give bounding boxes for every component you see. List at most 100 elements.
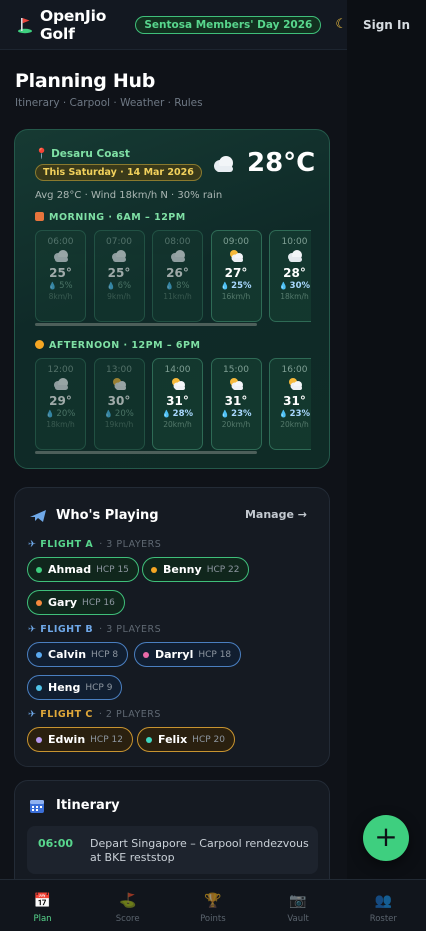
hour-rain: 💧 28% bbox=[153, 409, 202, 419]
airplane-icon: ✈ bbox=[28, 624, 41, 635]
hour-rain: 💧 25% bbox=[212, 281, 261, 291]
hour-card[interactable]: 15:00 31° 💧 23% 20km/h bbox=[210, 358, 262, 450]
hour-temp: 27° bbox=[224, 266, 248, 280]
hour-temp: 25° bbox=[107, 266, 131, 280]
hour-time: 10:00 bbox=[281, 237, 308, 247]
page-subtitle: Itinerary · Carpool · Weather · Rules bbox=[15, 97, 203, 109]
hour-card[interactable]: 07:00 25° 💧 6% 9km/h bbox=[93, 230, 145, 322]
itinerary-item[interactable]: 06:00 Depart Singapore – Carpool rendezv… bbox=[27, 826, 318, 874]
weather-card: 📍 Desaru Coast This Saturday · 14 Mar 202… bbox=[14, 129, 330, 469]
hour-card[interactable]: 06:00 25° 💧 5% 8km/h bbox=[35, 230, 86, 322]
player-dot bbox=[143, 651, 149, 658]
whos-playing-title: Who's Playing bbox=[56, 508, 159, 523]
hour-temp: 26° bbox=[166, 266, 189, 280]
raindrop-icon: 💧 bbox=[220, 410, 230, 418]
hour-rain-value: 20% bbox=[114, 409, 134, 419]
player-handicap: HCP 16 bbox=[82, 597, 115, 608]
itinerary-text: Depart Singapore – Carpool rendezvous at… bbox=[90, 837, 309, 865]
player-name: Ahmad bbox=[48, 563, 92, 576]
player-name: Darryl bbox=[155, 648, 194, 661]
pin-icon: 📍 bbox=[35, 148, 49, 160]
hour-rain: 💧 8% bbox=[153, 281, 202, 291]
player-chip[interactable]: Edwin HCP 12 bbox=[27, 727, 133, 752]
player-name: Gary bbox=[48, 596, 78, 609]
afternoon-scrollbar[interactable] bbox=[35, 451, 257, 454]
cloud-icon bbox=[153, 249, 202, 265]
player-chip[interactable]: Heng HCP 9 bbox=[27, 675, 123, 700]
hour-temp: 31° bbox=[283, 394, 306, 408]
nav-item-points[interactable]: 🏆 Points bbox=[170, 880, 255, 931]
nav-item-roster[interactable]: 👥 Roster bbox=[341, 880, 426, 931]
afternoon-hours-strip[interactable]: 12:00 29° 💧 20% 18km/h 13:00 30° 💧 20% 19km/h 14:0… bbox=[35, 358, 311, 454]
top-bar: OpenJio Golf Sentosa Members' Day 2026 ☾ bbox=[0, 0, 347, 50]
location-label: Desaru Coast bbox=[51, 148, 130, 160]
topbar-right: Sign In bbox=[347, 0, 426, 50]
raindrop-icon: 💧 bbox=[278, 282, 288, 290]
hour-card[interactable]: 16:00 31° 💧 23% 20km/h bbox=[269, 358, 311, 450]
camera-icon: 📷 bbox=[289, 893, 307, 909]
app-name[interactable]: OpenJio Golf bbox=[40, 7, 125, 43]
sun-icon bbox=[35, 340, 44, 349]
hour-temp: 30° bbox=[107, 394, 131, 408]
flight-name: FLIGHT B bbox=[40, 624, 94, 635]
add-button[interactable]: + bbox=[363, 815, 409, 861]
hour-card[interactable]: 10:00 28° 💧 30% 18km/h bbox=[269, 230, 311, 322]
hour-rain-value: 23% bbox=[231, 409, 252, 419]
nav-label: Plan bbox=[33, 914, 52, 924]
player-chip[interactable]: Felix HCP 20 bbox=[137, 727, 235, 752]
bottom-nav: 📅 Plan ⛳ Score 🏆 Points 📷 Vault 👥 Roster bbox=[0, 879, 426, 931]
hour-card[interactable]: 12:00 29° 💧 20% 18km/h bbox=[35, 358, 86, 450]
player-chip[interactable]: Ahmad HCP 15 bbox=[27, 557, 139, 582]
date-pill: This Saturday · 14 Mar 2026 bbox=[35, 164, 202, 181]
player-dot bbox=[36, 684, 42, 691]
nav-item-score[interactable]: ⛳ Score bbox=[85, 880, 170, 931]
hour-rain-value: 20% bbox=[56, 409, 76, 419]
raindrop-icon: 💧 bbox=[220, 282, 230, 290]
app-root: OpenJio Golf Sentosa Members' Day 2026 ☾… bbox=[0, 0, 426, 931]
morning-hours-strip[interactable]: 06:00 25° 💧 5% 8km/h 07:00 25° 💧 6% 9km/h 08:00 26°… bbox=[35, 230, 311, 326]
player-chip[interactable]: Benny HCP 22 bbox=[142, 557, 250, 582]
sign-in-button[interactable]: Sign In bbox=[363, 18, 410, 32]
cloud-icon bbox=[211, 154, 237, 180]
hour-card[interactable]: 13:00 30° 💧 20% 19km/h bbox=[93, 358, 145, 450]
morning-label-text: MORNING · 6AM – 12PM bbox=[49, 212, 186, 223]
player-handicap: HCP 20 bbox=[192, 734, 225, 745]
player-handicap: HCP 15 bbox=[96, 564, 129, 575]
event-pill[interactable]: Sentosa Members' Day 2026 bbox=[135, 15, 322, 34]
nav-label: Score bbox=[115, 914, 140, 924]
player-chip[interactable]: Calvin HCP 8 bbox=[27, 642, 129, 667]
hour-rain: 💧 20% bbox=[95, 409, 144, 419]
airplane-icon: ✈ bbox=[28, 539, 41, 550]
hour-rain: 💧 20% bbox=[36, 409, 85, 419]
calendar-icon: 📅 bbox=[33, 893, 52, 909]
hour-rain-value: 25% bbox=[231, 281, 252, 291]
partly-sunny-icon bbox=[95, 377, 144, 393]
manage-button[interactable]: Manage → bbox=[245, 508, 307, 521]
nav-label: Roster bbox=[369, 914, 397, 924]
hour-card[interactable]: 14:00 31° 💧 28% 20km/h bbox=[152, 358, 203, 450]
player-chip[interactable]: Darryl HCP 18 bbox=[134, 642, 242, 667]
hour-wind: 11km/h bbox=[163, 292, 192, 301]
hour-time: 13:00 bbox=[106, 365, 132, 375]
player-handicap: HCP 18 bbox=[198, 649, 232, 660]
nav-item-vault[interactable]: 📷 Vault bbox=[256, 880, 341, 931]
player-dot bbox=[151, 566, 157, 573]
nav-item-plan[interactable]: 📅 Plan bbox=[0, 880, 85, 931]
hour-time: 16:00 bbox=[281, 365, 308, 375]
player-chip[interactable]: Gary HCP 16 bbox=[27, 590, 125, 615]
hour-time: 12:00 bbox=[47, 365, 74, 375]
hour-wind: 18km/h bbox=[280, 292, 309, 301]
player-dot bbox=[146, 736, 152, 743]
morning-scrollbar[interactable] bbox=[35, 323, 257, 326]
hour-card[interactable]: 09:00 27° 💧 25% 16km/h bbox=[210, 230, 262, 322]
hour-wind: 20km/h bbox=[163, 420, 192, 429]
hour-card[interactable]: 08:00 26° 💧 8% 11km/h bbox=[152, 230, 203, 322]
player-dot bbox=[36, 599, 42, 606]
raindrop-icon: 💧 bbox=[106, 282, 116, 290]
flight-label: ✈ FLIGHT B · 3 PLAYERS bbox=[28, 624, 161, 635]
moon-icon[interactable]: ☾ bbox=[335, 17, 347, 32]
current-temperature: 28°C bbox=[247, 148, 316, 178]
player-handicap: HCP 8 bbox=[91, 649, 119, 660]
hour-rain: 💧 23% bbox=[212, 409, 261, 419]
flight-count: · 3 PLAYERS bbox=[99, 624, 162, 635]
